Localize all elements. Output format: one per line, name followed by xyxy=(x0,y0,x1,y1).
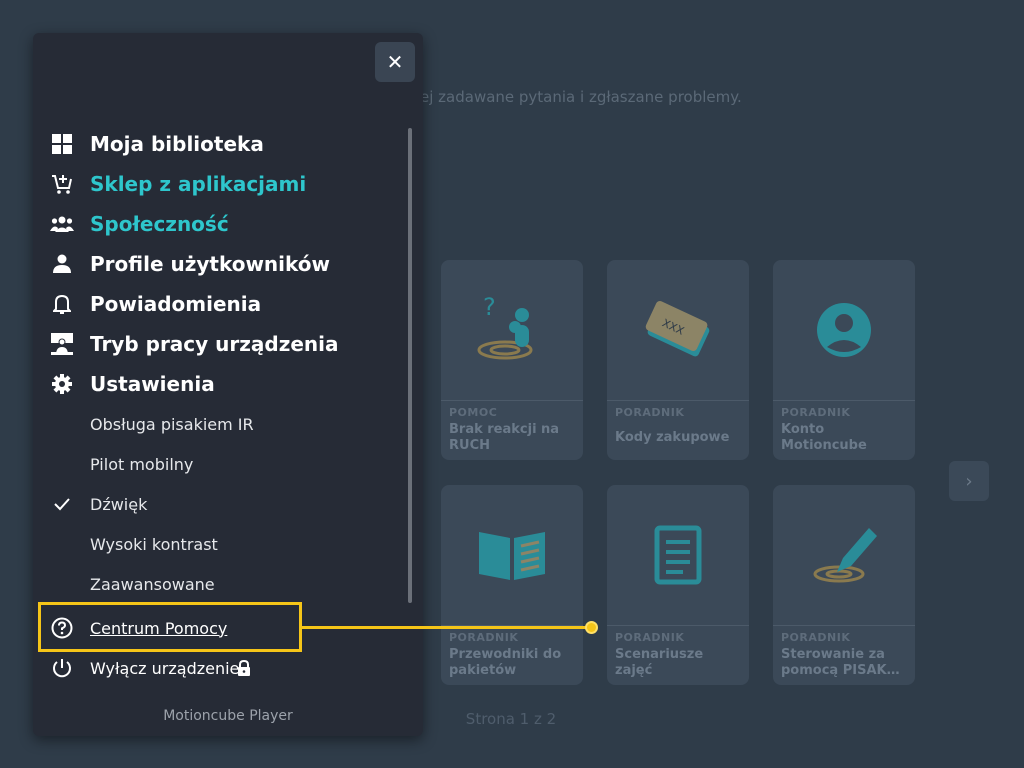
settings-item-label: Zaawansowane xyxy=(90,574,215,594)
pen-icon xyxy=(773,485,915,625)
card-scenariusze[interactable]: PORADNIK Scenariusze zajęć xyxy=(607,485,749,685)
menu-item-label: Profile użytkowników xyxy=(90,252,330,276)
card-separator xyxy=(773,400,915,401)
book-icon xyxy=(441,485,583,625)
settings-item-label: Dźwięk xyxy=(90,494,148,514)
app-footer: Motioncube Player xyxy=(163,708,293,724)
card-category: PORADNIK xyxy=(781,406,851,419)
card-kody-zakupowe[interactable]: XXX PORADNIK Kody zakupowe xyxy=(607,260,749,460)
lock-icon xyxy=(237,659,251,680)
scrollbar[interactable] xyxy=(408,128,412,603)
document-icon xyxy=(607,485,749,625)
checkmark-icon xyxy=(49,491,75,517)
gear-icon xyxy=(49,371,75,397)
menu-item-label: Powiadomienia xyxy=(90,292,262,316)
card-brak-reakcji[interactable]: ? POMOC Brak reakcji na RUCH xyxy=(441,260,583,460)
card-separator xyxy=(607,400,749,401)
highlight-dot xyxy=(585,621,598,634)
close-icon: ✕ xyxy=(386,50,404,74)
settings-item-label: Wysoki kontrast xyxy=(90,534,218,554)
card-title: Sterowanie za pomocą PISAK… xyxy=(781,647,900,678)
menu-item-label: Tryb pracy urządzenia xyxy=(90,332,339,356)
card-title: Przewodniki do pakietów xyxy=(449,647,562,678)
highlight-connector xyxy=(302,626,590,629)
card-title: Brak reakcji na RUCH xyxy=(449,422,560,453)
card-title: Konto Motioncube xyxy=(781,422,867,453)
account-icon xyxy=(773,260,915,400)
device-mode-icon xyxy=(49,331,75,357)
settings-item-label: Obsługa pisakiem IR xyxy=(90,414,254,434)
power-icon xyxy=(49,655,75,681)
card-title: Kody zakupowe xyxy=(615,430,730,445)
card-category: PORADNIK xyxy=(781,631,851,644)
card-przewodniki[interactable]: PORADNIK Przewodniki do pakietów xyxy=(441,485,583,685)
page-indicator: Strona 1 z 2 xyxy=(465,710,557,728)
card-category: PORADNIK xyxy=(615,631,685,644)
menu-item-label: Sklep z aplikacjami xyxy=(90,172,307,196)
ticket-icon: XXX xyxy=(607,260,749,400)
bell-icon xyxy=(49,291,75,317)
next-page-button[interactable]: › xyxy=(949,461,989,501)
card-category: PORADNIK xyxy=(615,406,685,419)
community-icon xyxy=(49,211,75,237)
question-person-icon: ? xyxy=(441,260,583,400)
card-konto-motioncube[interactable]: PORADNIK Konto Motioncube xyxy=(773,260,915,460)
settings-item-label: Pilot mobilny xyxy=(90,454,194,474)
menu-item-label: Moja biblioteka xyxy=(90,132,264,156)
power-label: Wyłącz urządzenie xyxy=(90,658,240,678)
card-title: Scenariusze zajęć xyxy=(615,647,704,678)
card-separator xyxy=(441,400,583,401)
page-description: ej zadawane pytania i zgłaszane problemy… xyxy=(420,88,742,106)
card-separator xyxy=(607,625,749,626)
card-separator xyxy=(773,625,915,626)
close-button[interactable]: ✕ xyxy=(375,42,415,82)
svg-text:?: ? xyxy=(483,293,496,321)
menu-item-label: Społeczność xyxy=(90,212,229,236)
card-sterowanie[interactable]: PORADNIK Sterowanie za pomocą PISAK… xyxy=(773,485,915,685)
grid-icon xyxy=(49,131,75,157)
menu-item-label: Ustawienia xyxy=(90,372,215,396)
person-icon xyxy=(49,251,75,277)
highlight-box xyxy=(38,602,302,652)
card-category: PORADNIK xyxy=(449,631,519,644)
cart-add-icon xyxy=(49,171,75,197)
card-category: POMOC xyxy=(449,406,498,419)
